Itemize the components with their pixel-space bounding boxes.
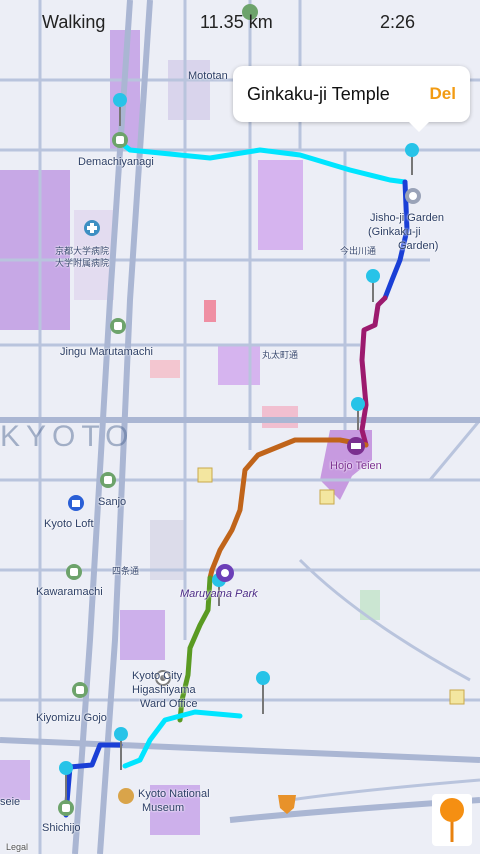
drop-pin-button[interactable] (432, 794, 472, 846)
label-jingu: Jingu Marutamachi (60, 346, 153, 358)
area (0, 760, 30, 800)
station-icon (100, 472, 116, 488)
label-sanjo: Sanjo (98, 496, 127, 508)
map-screen: KYOTO Demachiyanagi Mototan Jisho-ji Gar… (0, 0, 480, 854)
label-kyoto-loft: Kyoto Loft (44, 518, 94, 530)
label-kiyomizu-gojo: Kiyomizu Gojo (36, 712, 107, 724)
campus-area (258, 160, 303, 250)
label-hospital-2: 大学附属病院 (55, 258, 110, 268)
label-ward-office: Ward Office (140, 698, 198, 710)
temple-icon (347, 437, 365, 455)
delete-button[interactable]: Del (430, 84, 456, 104)
city-label: KYOTO (0, 420, 135, 453)
label-partial: seie (0, 796, 21, 808)
total-time: 2:26 (380, 12, 416, 32)
label-higashiyama: Higashiyama (132, 684, 196, 696)
campus-area (218, 345, 260, 385)
building (204, 300, 216, 322)
legal-link[interactable]: Legal (6, 842, 28, 852)
total-distance: 11.35 km (200, 12, 273, 32)
pin-icon[interactable] (405, 143, 419, 175)
building (150, 360, 180, 378)
school-area (120, 610, 165, 660)
shopping-icon (68, 495, 84, 511)
travel-mode: Walking (42, 12, 106, 32)
label-maruyama-park: Maruyama Park (180, 588, 258, 600)
label-jisho-garden-sub2: Garden) (398, 240, 439, 252)
place-callout: Ginkaku-ji Temple Del (233, 66, 470, 132)
station-icon (58, 800, 74, 816)
label-street-2: 四条通 (112, 566, 140, 576)
callout-title: Ginkaku-ji Temple (247, 84, 390, 104)
pin-icon[interactable] (366, 269, 380, 302)
hospital-icon (84, 220, 100, 236)
label-hojo-teien: Hojo Teien (330, 460, 382, 472)
station-icon (72, 682, 88, 698)
station-icon (110, 318, 126, 334)
label-kyoto-national: Kyoto National (138, 788, 210, 800)
station-icon (112, 132, 128, 148)
label-motoyama: Mototan (188, 70, 228, 82)
shrine-icon (449, 689, 465, 705)
pin-icon[interactable] (256, 671, 270, 714)
label-museum: Museum (142, 802, 185, 814)
label-kyoto-city: Kyoto City (132, 670, 183, 682)
green-area (360, 590, 380, 620)
station-icon (66, 564, 82, 580)
label-jisho-garden-sub: (Ginkaku-ji (368, 226, 421, 238)
route-segment-blue-south (63, 742, 123, 818)
museum-icon (118, 788, 134, 804)
shrine-icon (197, 467, 213, 483)
temple-icon (405, 188, 421, 204)
label-demachiyanagi: Demachiyanagi (78, 156, 154, 168)
label-street-1: 丸太町通 (262, 350, 299, 360)
label-street-3: 今出川通 (340, 246, 377, 256)
block-area (168, 60, 210, 120)
park-icon (216, 564, 234, 582)
label-kawaramachi: Kawaramachi (36, 586, 103, 598)
label-jisho-garden: Jisho-ji Garden (370, 212, 444, 224)
label-shichijo: Shichijo (42, 822, 81, 834)
shrine-icon (319, 489, 335, 505)
orange-pin-icon (440, 798, 464, 842)
